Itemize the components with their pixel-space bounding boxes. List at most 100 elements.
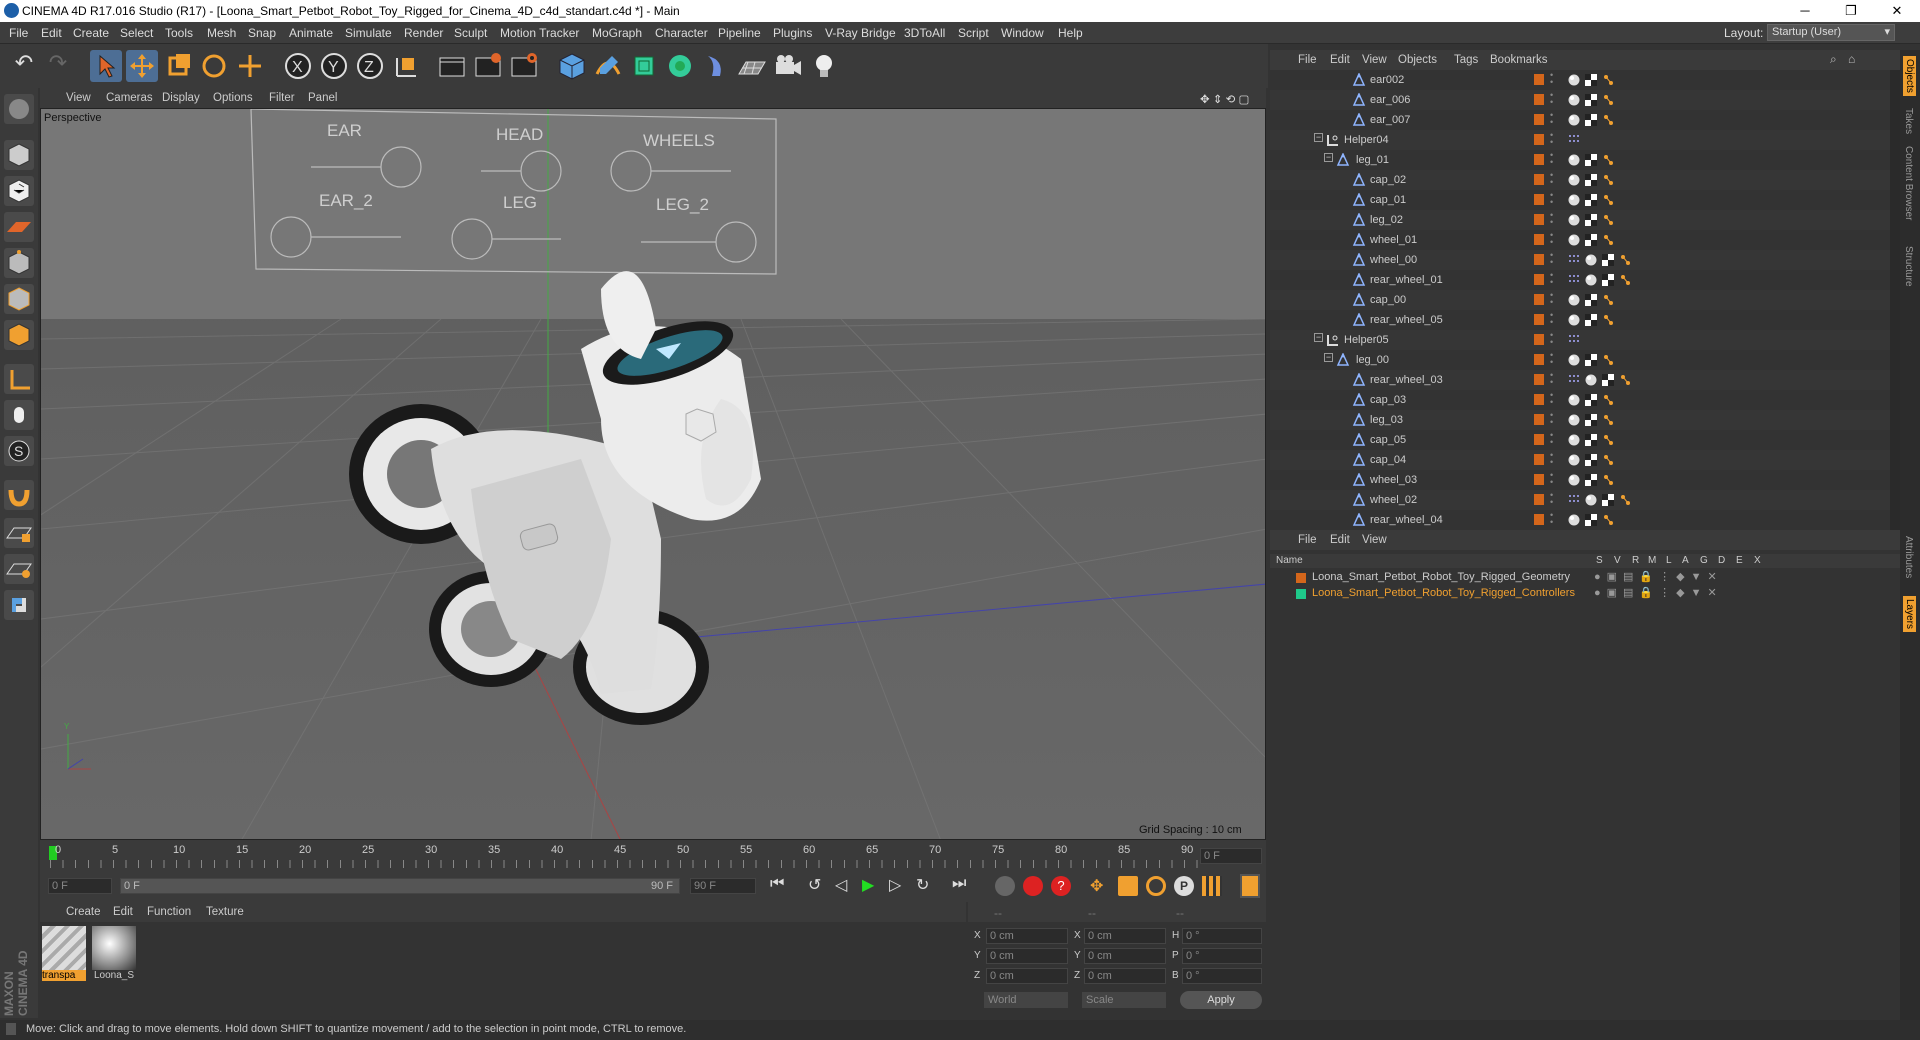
weight-tag-icon[interactable]	[1601, 413, 1615, 427]
vp-menu-display[interactable]: Display	[162, 92, 200, 104]
object-row[interactable]: cap_05 • •	[1270, 430, 1890, 450]
object-tags[interactable]	[1567, 273, 1632, 287]
layer-color-tag[interactable]	[1534, 354, 1544, 365]
object-tags[interactable]	[1567, 253, 1632, 267]
object-tags[interactable]	[1567, 93, 1615, 107]
menu-vray-bridge[interactable]: V-Ray Bridge	[825, 26, 896, 40]
visibility-dots-icon[interactable]: • •	[1550, 91, 1553, 107]
layer-color-tag[interactable]	[1534, 274, 1544, 285]
tweak-mode-icon[interactable]	[4, 400, 34, 430]
material-tag-icon[interactable]	[1567, 113, 1581, 127]
layer-name[interactable]: Loona_Smart_Petbot_Robot_Toy_Rigged_Cont…	[1312, 587, 1575, 599]
object-tags[interactable]	[1567, 233, 1615, 247]
frame-range-slider[interactable]: 0 F 90 F	[120, 878, 680, 894]
cube-object-icon[interactable]	[556, 50, 588, 82]
python-script-icon[interactable]	[4, 590, 34, 620]
weight-tag-icon[interactable]	[1601, 433, 1615, 447]
visibility-dots-icon[interactable]: • •	[1550, 411, 1553, 427]
x-axis-lock-icon[interactable]: X	[282, 50, 314, 82]
uvw-tag-icon[interactable]	[1584, 193, 1598, 207]
apply-button[interactable]: Apply	[1180, 991, 1262, 1009]
material-tag-icon[interactable]	[1567, 513, 1581, 527]
layer-toggles[interactable]: ●▣▤🔒⋮◆▼✕	[1594, 570, 1723, 583]
visibility-dots-icon[interactable]: • •	[1550, 331, 1553, 347]
maximize-button[interactable]: ❐	[1828, 0, 1874, 22]
mat-menu-edit[interactable]: Edit	[113, 906, 133, 918]
object-row[interactable]: wheel_02 • •	[1270, 490, 1890, 510]
obj-menu-tags[interactable]: Tags	[1454, 54, 1478, 66]
texture-mode-icon[interactable]	[4, 176, 34, 206]
object-name[interactable]: leg_01	[1356, 154, 1389, 166]
uvw-tag-icon[interactable]	[1584, 433, 1598, 447]
camera-icon[interactable]	[772, 50, 804, 82]
display-tag-icon[interactable]	[1567, 373, 1581, 387]
object-name[interactable]: ear002	[1370, 74, 1404, 86]
layer-color-tag[interactable]	[1534, 314, 1544, 325]
layer-toggles[interactable]: ●▣▤🔒⋮◆▼✕	[1594, 586, 1723, 599]
material-tag-icon[interactable]	[1567, 413, 1581, 427]
render-settings-icon[interactable]	[508, 50, 540, 82]
size-y-field[interactable]: 0 cm	[1084, 948, 1166, 964]
pos-z-field[interactable]: 0 cm	[986, 968, 1068, 984]
undo-icon[interactable]: ↶	[8, 50, 40, 82]
points-mode-icon[interactable]	[4, 248, 34, 278]
object-row[interactable]: − Helper04 • •	[1270, 130, 1890, 150]
object-row[interactable]: rear_wheel_01 • •	[1270, 270, 1890, 290]
material-tag-icon[interactable]	[1584, 373, 1598, 387]
coord-mode-dropdown[interactable]: World	[984, 992, 1068, 1008]
layer-color-swatch[interactable]	[1296, 573, 1306, 583]
scale-tool-icon[interactable]	[162, 50, 194, 82]
material-tag-icon[interactable]	[1567, 213, 1581, 227]
menu-render[interactable]: Render	[404, 26, 443, 40]
coordinate-system-icon[interactable]	[390, 50, 422, 82]
y-axis-lock-icon[interactable]: Y	[318, 50, 350, 82]
layer-name[interactable]: Loona_Smart_Petbot_Robot_Toy_Rigged_Geom…	[1312, 571, 1570, 583]
step-back-icon[interactable]: ◁	[835, 875, 859, 897]
object-name[interactable]: leg_03	[1370, 414, 1403, 426]
object-tags[interactable]	[1567, 153, 1615, 167]
object-name[interactable]: rear_wheel_04	[1370, 514, 1443, 526]
pen-spline-icon[interactable]	[592, 50, 624, 82]
uvw-tag-icon[interactable]	[1584, 233, 1598, 247]
key-param-icon[interactable]: P	[1174, 876, 1194, 896]
object-name[interactable]: cap_03	[1370, 394, 1406, 406]
object-row[interactable]: ear_007 • •	[1270, 110, 1890, 130]
layer-menu-file[interactable]: File	[1298, 534, 1317, 546]
object-name[interactable]: wheel_03	[1370, 474, 1417, 486]
menu-tools[interactable]: Tools	[165, 26, 193, 40]
menu-3dtoall[interactable]: 3DToAll	[904, 26, 945, 40]
object-tags[interactable]	[1567, 133, 1581, 147]
object-row[interactable]: cap_03 • •	[1270, 390, 1890, 410]
weight-tag-icon[interactable]	[1601, 513, 1615, 527]
magnet-icon[interactable]	[4, 480, 34, 510]
rot-p-field[interactable]: 0 °	[1182, 948, 1262, 964]
material-tag-icon[interactable]	[1567, 93, 1581, 107]
visibility-dots-icon[interactable]: • •	[1550, 491, 1553, 507]
tab-structure[interactable]: Structure	[1903, 246, 1914, 287]
object-row[interactable]: cap_01 • •	[1270, 190, 1890, 210]
uvw-tag-icon[interactable]	[1584, 73, 1598, 87]
material-tag-icon[interactable]	[1567, 393, 1581, 407]
display-tag-icon[interactable]	[1567, 333, 1581, 347]
object-tags[interactable]	[1567, 293, 1615, 307]
object-name[interactable]: leg_02	[1370, 214, 1403, 226]
obj-menu-objects[interactable]: Objects	[1398, 54, 1437, 66]
weight-tag-icon[interactable]	[1601, 213, 1615, 227]
object-name[interactable]: rear_wheel_01	[1370, 274, 1443, 286]
object-row[interactable]: − Helper05 • •	[1270, 330, 1890, 350]
object-name[interactable]: cap_04	[1370, 454, 1406, 466]
render-picture-viewer-icon[interactable]	[472, 50, 504, 82]
object-name[interactable]: cap_02	[1370, 174, 1406, 186]
tab-takes[interactable]: Takes	[1903, 108, 1914, 134]
search-icon[interactable]: ⌕	[1830, 52, 1837, 67]
prev-key-icon[interactable]: ↺	[808, 875, 832, 897]
weight-tag-icon[interactable]	[1601, 173, 1615, 187]
object-tags[interactable]	[1567, 213, 1615, 227]
uvw-tag-icon[interactable]	[1601, 493, 1615, 507]
menu-animate[interactable]: Animate	[289, 26, 333, 40]
light-icon[interactable]	[808, 50, 840, 82]
mograph-cloner-icon[interactable]	[664, 50, 696, 82]
weight-tag-icon[interactable]	[1601, 113, 1615, 127]
material-tag-icon[interactable]	[1567, 313, 1581, 327]
object-row[interactable]: ear002 • •	[1270, 70, 1890, 90]
